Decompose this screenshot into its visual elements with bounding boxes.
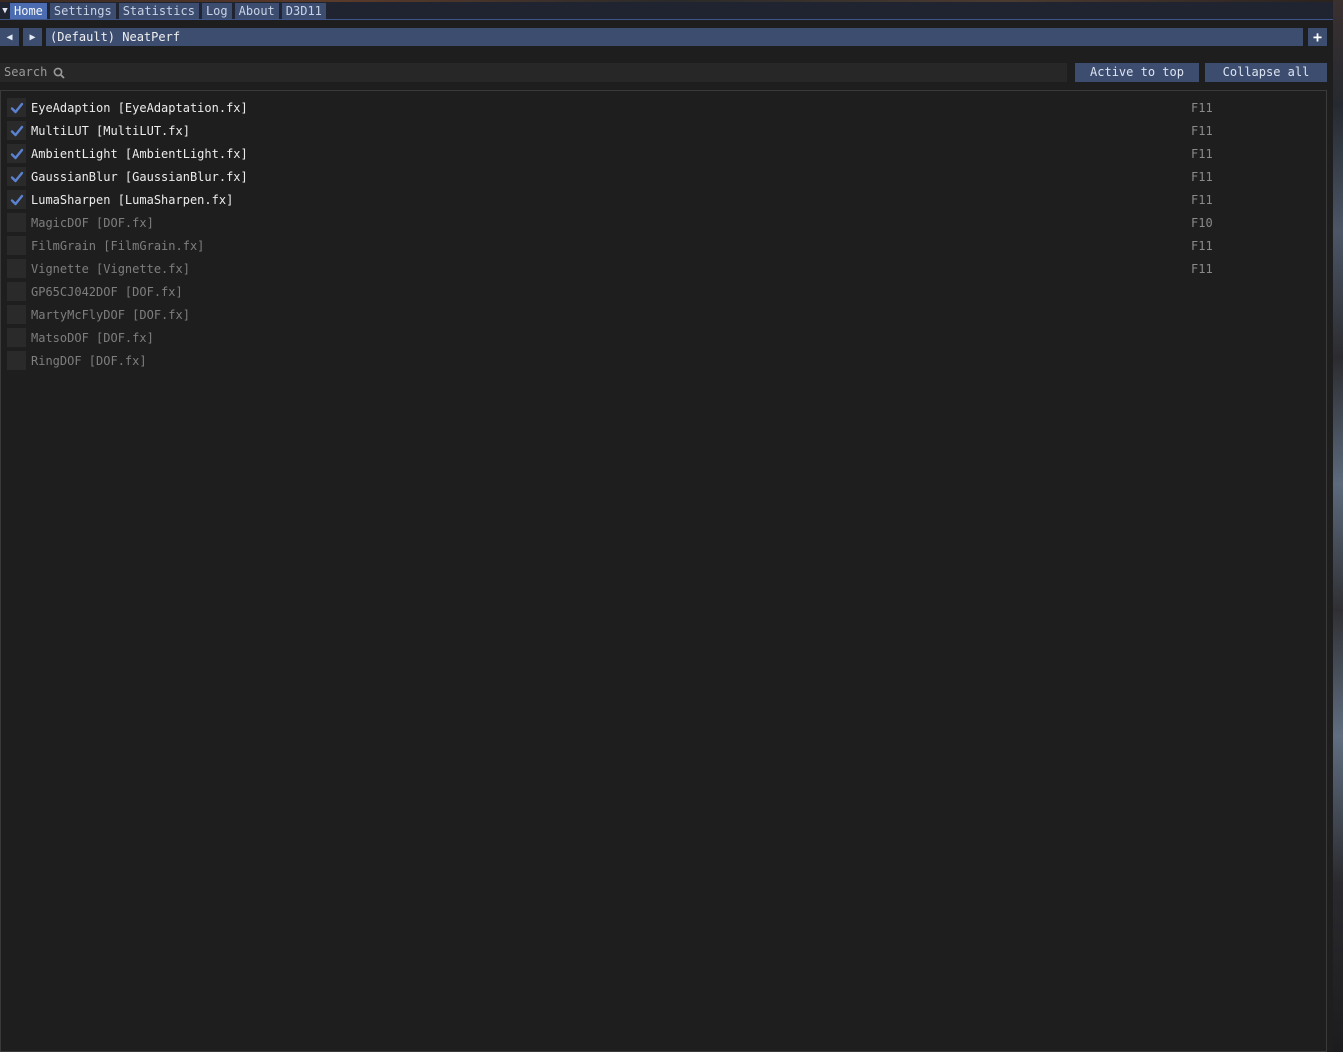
effect-checkbox[interactable] [7,236,26,255]
checkmark-icon [10,194,23,205]
tab-log[interactable]: Log [201,3,232,19]
effect-checkbox[interactable] [7,351,26,370]
effect-toggle-key: F11 [1191,100,1213,115]
effect-row[interactable]: RingDOF [DOF.fx] [7,351,1317,370]
collapse-triangle-icon[interactable]: ▼ [0,2,10,20]
effect-label: MagicDOF [DOF.fx] [31,215,154,230]
preset-selector[interactable]: (Default) NeatPerf [46,28,1303,46]
effect-label: FilmGrain [FilmGrain.fx] [31,238,205,253]
preset-bar: ◀ ▶ (Default) NeatPerf + [0,28,1333,47]
plus-icon: + [1312,28,1323,46]
effect-row[interactable]: MultiLUT [MultiLUT.fx] F11 [7,121,1317,140]
effect-toggle-key: F11 [1191,192,1213,207]
checkmark-icon [10,102,23,113]
effect-label: Vignette [Vignette.fx] [31,261,190,276]
effect-label: MatsoDOF [DOF.fx] [31,330,154,345]
menu-bar: ▼ Home Settings Statistics Log About D3D… [0,2,1333,20]
effect-checkbox[interactable] [7,282,26,301]
effect-checkbox[interactable] [7,305,26,324]
effect-row[interactable]: GP65CJ042DOF [DOF.fx] [7,282,1317,301]
tab-settings[interactable]: Settings [49,3,116,19]
effect-checkbox[interactable] [7,190,26,209]
effect-label: AmbientLight [AmbientLight.fx] [31,146,248,161]
checkmark-icon [10,148,23,159]
effect-row[interactable]: AmbientLight [AmbientLight.fx] F11 [7,144,1317,163]
effect-checkbox[interactable] [7,213,26,232]
search-input[interactable]: Search [0,63,1067,82]
add-preset-button[interactable]: + [1308,28,1327,46]
search-placeholder: Search [4,65,48,79]
effect-row[interactable]: EyeAdaption [EyeAdaptation.fx] F11 [7,98,1317,117]
effect-toggle-key: F11 [1191,146,1213,161]
next-preset-button[interactable]: ▶ [23,28,42,46]
effect-row[interactable]: MatsoDOF [DOF.fx] [7,328,1317,347]
effect-checkbox[interactable] [7,259,26,278]
effect-row[interactable]: MartyMcFlyDOF [DOF.fx] [7,305,1317,324]
active-to-top-button[interactable]: Active to top [1075,63,1199,82]
effect-row[interactable]: MagicDOF [DOF.fx] F10 [7,213,1317,232]
menu-separator [0,19,1333,20]
effect-checkbox[interactable] [7,121,26,140]
effect-label: LumaSharpen [LumaSharpen.fx] [31,192,234,207]
arrow-right-icon: ▶ [29,31,36,43]
effect-label: RingDOF [DOF.fx] [31,353,147,368]
effect-list [0,90,1327,1052]
effect-label: MultiLUT [MultiLUT.fx] [31,123,190,138]
effect-toggle-key: F11 [1191,238,1213,253]
search-icon [53,67,65,79]
effect-label: GaussianBlur [GaussianBlur.fx] [31,169,248,184]
effect-toggle-key: F10 [1191,215,1213,230]
effect-row[interactable]: LumaSharpen [LumaSharpen.fx] F11 [7,190,1317,209]
game-backdrop-edge [1333,0,1343,1052]
effect-row[interactable]: GaussianBlur [GaussianBlur.fx] F11 [7,167,1317,186]
previous-preset-button[interactable]: ◀ [0,28,19,46]
checkmark-icon [10,125,23,136]
effect-checkbox[interactable] [7,328,26,347]
effect-toggle-key: F11 [1191,261,1213,276]
tab-about[interactable]: About [234,3,279,19]
effect-toggle-key: F11 [1191,169,1213,184]
effect-row[interactable]: FilmGrain [FilmGrain.fx] F11 [7,236,1317,255]
effect-label: MartyMcFlyDOF [DOF.fx] [31,307,190,322]
tab-d3d11[interactable]: D3D11 [281,3,326,19]
tab-statistics[interactable]: Statistics [118,3,199,19]
tab-home[interactable]: Home [10,3,47,19]
effect-checkbox[interactable] [7,167,26,186]
effect-label: EyeAdaption [EyeAdaptation.fx] [31,100,248,115]
checkmark-icon [10,171,23,182]
reshade-window: ▼ Home Settings Statistics Log About D3D… [0,0,1343,1052]
effect-row[interactable]: Vignette [Vignette.fx] F11 [7,259,1317,278]
arrow-left-icon: ◀ [6,31,13,43]
effect-checkbox[interactable] [7,144,26,163]
effect-checkbox[interactable] [7,98,26,117]
effect-toggle-key: F11 [1191,123,1213,138]
effect-label: GP65CJ042DOF [DOF.fx] [31,284,183,299]
collapse-all-button[interactable]: Collapse all [1205,63,1327,82]
